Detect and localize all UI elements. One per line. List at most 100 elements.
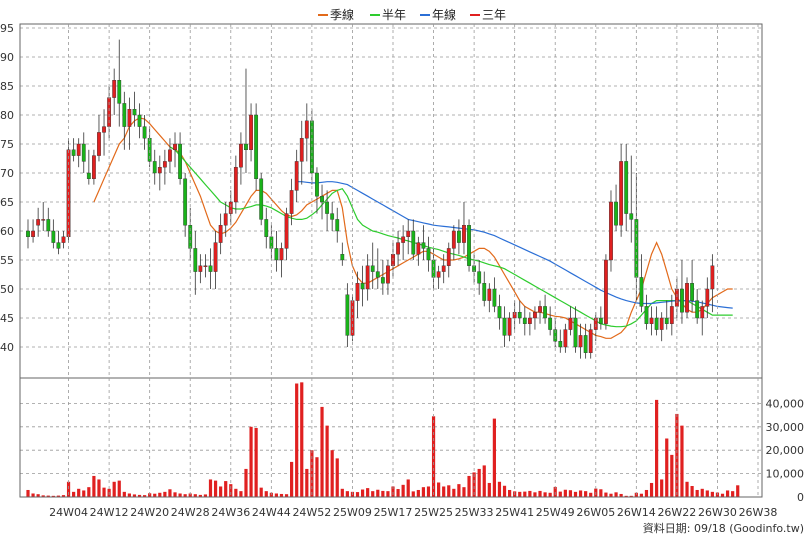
- candle: [441, 254, 446, 284]
- candle: [700, 300, 705, 336]
- volume-bar: [26, 489, 30, 497]
- candle-body: [360, 283, 365, 290]
- volume-bar: [670, 454, 674, 497]
- candle: [340, 242, 345, 266]
- volume-bar: [548, 492, 552, 497]
- candle-body: [289, 190, 294, 214]
- candle: [416, 236, 421, 266]
- candle-body: [320, 195, 324, 203]
- volume-bar: [168, 489, 172, 497]
- candle: [152, 149, 157, 185]
- candle: [335, 207, 340, 243]
- volume-bar: [224, 481, 228, 497]
- volume-bar: [467, 475, 471, 497]
- price-tick-label: 80: [0, 109, 14, 122]
- volume-bar: [376, 489, 380, 497]
- candle-body: [71, 149, 76, 156]
- candle: [360, 265, 365, 307]
- candle: [162, 149, 167, 185]
- candle-body: [619, 161, 624, 226]
- x-tick-label: 24W36: [211, 506, 250, 519]
- candle: [598, 306, 603, 330]
- candle-body: [299, 137, 304, 162]
- x-tick-label: 24W52: [292, 506, 331, 519]
- candle: [228, 190, 233, 226]
- price-tick-label: 50: [0, 283, 14, 296]
- candle-body: [700, 306, 705, 319]
- x-tick-label: 24W20: [130, 506, 169, 519]
- volume-bar: [584, 491, 588, 497]
- candle: [299, 120, 304, 185]
- candle-body: [588, 329, 593, 354]
- candle: [522, 306, 527, 336]
- candle: [41, 202, 46, 231]
- candle-body: [233, 166, 238, 203]
- volume-bar: [82, 490, 86, 497]
- candle-body: [538, 306, 542, 313]
- candle-body: [386, 265, 390, 284]
- candle: [36, 207, 41, 237]
- candle: [685, 277, 689, 318]
- candle: [462, 202, 466, 255]
- candle: [436, 265, 441, 289]
- candle: [680, 260, 684, 324]
- candle-body: [674, 288, 679, 307]
- candle: [320, 184, 324, 220]
- volume-tick-label: 10,000: [766, 468, 805, 481]
- candle: [487, 283, 492, 313]
- volume-bar: [330, 450, 334, 497]
- candle-body: [639, 277, 644, 307]
- x-tick-label: 25W49: [536, 506, 575, 519]
- volume-bar: [305, 468, 309, 497]
- volume-bar: [386, 491, 390, 497]
- candle: [264, 207, 269, 249]
- volume-bar: [77, 488, 81, 497]
- candle-body: [86, 172, 91, 180]
- chart-legend: 季線 半年 年線 三年: [318, 7, 506, 22]
- candle-body: [81, 143, 86, 162]
- volume-bar: [457, 484, 461, 497]
- candle-body: [477, 271, 482, 284]
- candle-body: [421, 242, 426, 249]
- volume-bar: [355, 492, 360, 497]
- candle: [644, 294, 649, 330]
- volume-bar: [208, 479, 213, 497]
- candle-body: [193, 248, 198, 272]
- volume-bar: [340, 488, 344, 497]
- candle: [56, 231, 61, 255]
- candle: [710, 254, 715, 313]
- price-tick-label: 65: [0, 196, 14, 209]
- candle-body: [563, 329, 568, 348]
- volume-bar: [543, 492, 547, 497]
- candle-body: [157, 166, 162, 174]
- volume-bar: [599, 489, 603, 497]
- candle: [609, 190, 613, 272]
- candle-body: [259, 178, 264, 220]
- candle-body: [304, 120, 309, 139]
- candle-body: [533, 312, 537, 319]
- candle-body: [482, 283, 487, 301]
- volume-bar: [178, 493, 182, 497]
- volume-bar: [416, 489, 420, 497]
- candle-body: [325, 201, 329, 214]
- candle-body: [41, 219, 46, 221]
- price-tick-label: 90: [0, 51, 14, 64]
- volume-bar: [680, 425, 684, 497]
- candle-body: [162, 161, 167, 168]
- candle: [406, 219, 411, 255]
- volume-bar: [604, 492, 608, 497]
- candle-body: [294, 161, 299, 191]
- legend-label: 季線: [330, 7, 354, 22]
- candle-body: [685, 283, 689, 313]
- candle: [233, 155, 238, 214]
- candle: [624, 144, 629, 231]
- candle: [239, 132, 243, 185]
- volume-bar: [700, 488, 704, 497]
- candle: [26, 219, 30, 249]
- volume-bar: [705, 490, 709, 497]
- volume-tick-label: 20,000: [766, 444, 805, 457]
- candle-body: [284, 213, 289, 249]
- volume-bar: [345, 491, 349, 497]
- candle: [102, 109, 106, 156]
- volume-bar: [426, 486, 431, 497]
